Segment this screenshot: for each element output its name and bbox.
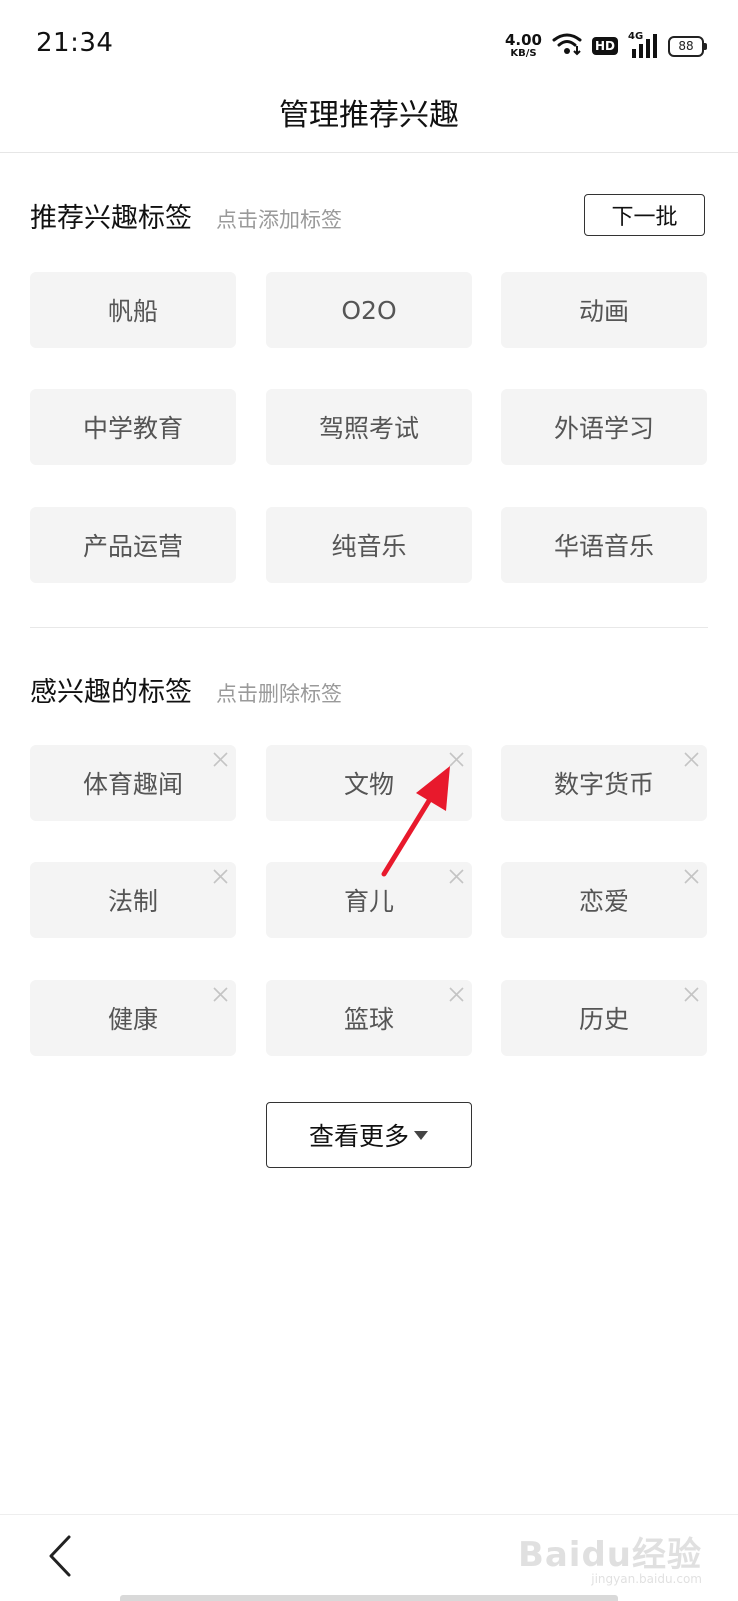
close-icon[interactable] <box>212 868 229 885</box>
interested-tag[interactable]: 数字货币 <box>501 745 707 821</box>
interested-section-title: 感兴趣的标签 <box>30 677 192 708</box>
interested-tag[interactable]: 健康 <box>30 980 236 1056</box>
interested-tag[interactable]: 恋爱 <box>501 862 707 938</box>
recommended-tag[interactable]: 中学教育 <box>30 389 236 465</box>
tag-label: 历史 <box>578 1005 629 1034</box>
interested-tag[interactable]: 育儿 <box>266 862 472 938</box>
wifi-icon <box>552 32 582 60</box>
battery-indicator: 88 <box>668 35 707 57</box>
tag-label: 健康 <box>107 1005 158 1034</box>
interested-tag[interactable]: 体育趣闻 <box>30 745 236 821</box>
recommended-tag[interactable]: 驾照考试 <box>266 389 472 465</box>
home-indicator <box>120 1595 618 1601</box>
tag-label: 华语音乐 <box>553 532 654 561</box>
status-bar: 21:34 4.00 KB/S HD 4G 88 <box>0 0 738 88</box>
tag-label: 外语学习 <box>553 414 654 443</box>
recommended-tag[interactable]: 动画 <box>501 272 707 348</box>
page-title: 管理推荐兴趣 <box>279 98 459 133</box>
close-icon[interactable] <box>448 751 465 768</box>
tag-label: 中学教育 <box>82 414 183 443</box>
tag-label: 育儿 <box>343 887 394 916</box>
tag-label: 产品运营 <box>82 532 183 561</box>
close-icon[interactable] <box>212 751 229 768</box>
see-more-button[interactable]: 查看更多 <box>266 1102 472 1168</box>
recommended-tag[interactable]: 纯音乐 <box>266 507 472 583</box>
next-batch-button[interactable]: 下一批 <box>584 194 705 236</box>
tag-label: 帆船 <box>107 297 158 326</box>
back-button[interactable] <box>40 1531 80 1581</box>
close-icon[interactable] <box>448 986 465 1003</box>
tag-label: 驾照考试 <box>318 414 419 443</box>
recommended-section-hint: 点击添加标签 <box>216 208 342 232</box>
recommended-section-title: 推荐兴趣标签 <box>30 203 192 234</box>
tag-label: 恋爱 <box>578 887 629 916</box>
signal-icon: 4G <box>628 31 658 59</box>
recommended-tag[interactable]: 外语学习 <box>501 389 707 465</box>
recommended-tag[interactable]: O2O <box>266 272 472 348</box>
tag-label: 动画 <box>578 297 629 326</box>
section-divider <box>30 627 708 628</box>
tag-label: 篮球 <box>343 1005 394 1034</box>
close-icon[interactable] <box>683 986 700 1003</box>
recommended-tag[interactable]: 产品运营 <box>30 507 236 583</box>
network-speed-unit: KB/S <box>510 48 537 59</box>
see-more-label: 查看更多 <box>308 1122 409 1151</box>
tag-label: 数字货币 <box>553 770 654 799</box>
tag-label: 文物 <box>343 770 394 799</box>
close-icon[interactable] <box>683 751 700 768</box>
close-icon[interactable] <box>448 868 465 885</box>
interested-tag[interactable]: 文物 <box>266 745 472 821</box>
tag-label: O2O <box>341 295 397 325</box>
recommended-tag[interactable]: 帆船 <box>30 272 236 348</box>
status-icons: 4.00 KB/S HD 4G 88 <box>505 30 707 62</box>
watermark-brand: Baidu经验 <box>517 1535 702 1575</box>
watermark: Baidu经验 jingyan.baidu.com <box>518 1527 702 1586</box>
close-icon[interactable] <box>683 868 700 885</box>
status-time: 21:34 <box>36 28 114 58</box>
page-header: 管理推荐兴趣 <box>0 88 738 153</box>
close-icon[interactable] <box>212 986 229 1003</box>
chevron-left-icon <box>49 1535 71 1577</box>
interested-section-hint: 点击删除标签 <box>216 682 342 706</box>
interested-tag[interactable]: 法制 <box>30 862 236 938</box>
network-speed: 4.00 KB/S <box>505 33 542 59</box>
caret-down-icon <box>414 1131 428 1140</box>
hd-badge: HD <box>591 37 618 55</box>
interested-tag[interactable]: 篮球 <box>266 980 472 1056</box>
recommended-tag[interactable]: 华语音乐 <box>501 507 707 583</box>
tag-label: 纯音乐 <box>331 532 407 561</box>
tag-label: 法制 <box>107 887 158 916</box>
tag-label: 体育趣闻 <box>82 770 183 799</box>
network-speed-value: 4.00 <box>504 31 542 49</box>
interested-tag[interactable]: 历史 <box>501 980 707 1056</box>
